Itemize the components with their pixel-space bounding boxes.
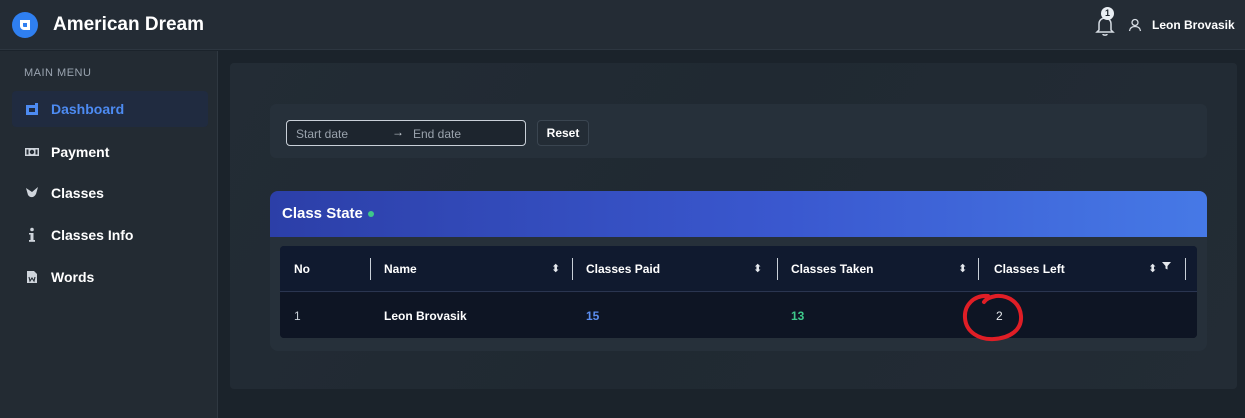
column-header-classes-left[interactable]: Classes Left [994, 246, 1065, 292]
column-header-no: No [294, 262, 310, 276]
sidebar-item-label: Dashboard [51, 101, 125, 117]
column-header-classes-taken[interactable]: Classes Taken [791, 246, 874, 292]
app-logo-icon[interactable] [12, 12, 38, 38]
arrow-right-icon: → [392, 125, 404, 139]
sidebar-item-label: Classes Info [51, 227, 134, 243]
user-icon[interactable] [1128, 18, 1142, 32]
sidebar-item-dashboard[interactable]: Dashboard [12, 91, 208, 127]
cell-no: 1 [294, 308, 301, 323]
column-header-name[interactable]: Name [384, 246, 417, 292]
class-state-card: Class State No Name ⬍ Classes Paid ⬍ Cla… [270, 191, 1207, 351]
sort-icon[interactable]: ⬍ [753, 262, 762, 275]
classes-icon [24, 185, 40, 201]
sidebar-item-label: Payment [51, 144, 110, 160]
column-divider[interactable] [370, 258, 371, 280]
sidebar-item-classes-info[interactable]: Classes Info [12, 217, 208, 253]
sort-icon[interactable]: ⬍ [1148, 262, 1157, 275]
cell-name: Leon Brovasik [384, 308, 467, 323]
user-name[interactable]: Leon Brovasik [1152, 18, 1235, 32]
dashboard-panel: Start date → End date Reset Class State … [230, 63, 1237, 389]
column-divider[interactable] [1185, 258, 1186, 280]
class-state-title: Class State [282, 205, 363, 222]
sort-icon[interactable]: ⬍ [958, 262, 967, 275]
date-range-picker[interactable]: Start date → End date [286, 120, 526, 146]
status-dot-icon [368, 211, 374, 217]
sidebar-item-payment[interactable]: Payment [12, 134, 208, 170]
cell-classes-paid: 15 [586, 308, 600, 323]
sidebar: MAIN MENU Dashboard Payment Classes Clas… [0, 51, 218, 418]
notification-count-badge: 1 [1101, 7, 1114, 20]
sidebar-item-words[interactable]: Words [12, 259, 208, 295]
info-icon [24, 227, 40, 243]
sidebar-item-classes[interactable]: Classes [12, 175, 208, 211]
top-bar: American Dream 1 Leon Brovasik [0, 0, 1245, 50]
date-filter-card: Start date → End date Reset [270, 104, 1207, 158]
sort-icon[interactable]: ⬍ [551, 262, 560, 275]
payment-icon [24, 144, 40, 160]
column-header-classes-paid[interactable]: Classes Paid [586, 246, 660, 292]
words-icon [24, 269, 40, 285]
column-divider[interactable] [777, 258, 778, 280]
class-state-header: Class State [270, 191, 1207, 237]
filter-icon[interactable] [1162, 261, 1171, 273]
app-title[interactable]: American Dream [53, 14, 204, 36]
reset-button[interactable]: Reset [537, 120, 589, 146]
end-date-input[interactable]: End date [413, 127, 461, 141]
main-content: Start date → End date Reset Class State … [218, 51, 1245, 418]
table-header-row: No Name ⬍ Classes Paid ⬍ Classes Taken ⬍… [280, 246, 1197, 292]
cell-classes-taken: 13 [791, 308, 805, 323]
sidebar-item-label: Words [51, 269, 95, 285]
start-date-input[interactable]: Start date [296, 127, 348, 141]
table-row: 1 Leon Brovasik 15 13 2 [280, 293, 1197, 338]
class-state-table: No Name ⬍ Classes Paid ⬍ Classes Taken ⬍… [280, 246, 1197, 338]
dashboard-icon [24, 101, 40, 117]
sidebar-item-label: Classes [51, 185, 104, 201]
main-menu-heading: MAIN MENU [24, 67, 92, 79]
column-divider[interactable] [572, 258, 573, 280]
cell-classes-left: 2 [996, 308, 1003, 323]
column-divider[interactable] [978, 258, 979, 280]
